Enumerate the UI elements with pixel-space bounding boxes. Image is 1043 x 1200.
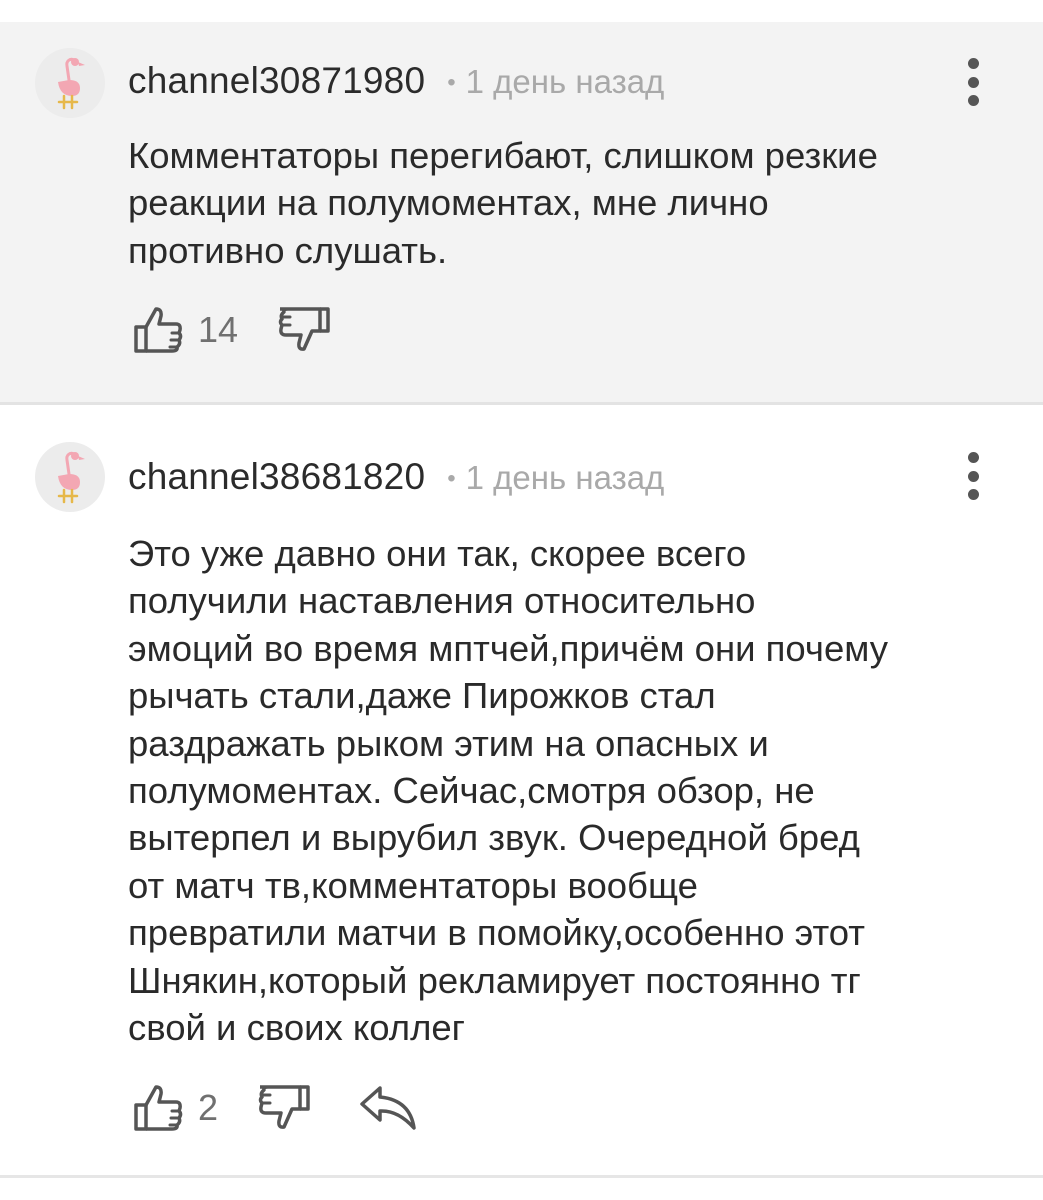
dislike-button[interactable]: [276, 305, 332, 355]
like-count: 14: [198, 309, 239, 350]
avatar[interactable]: [35, 48, 105, 118]
avatar[interactable]: [35, 442, 105, 512]
username[interactable]: channel30871980: [128, 60, 425, 102]
dislike-button[interactable]: [256, 1083, 312, 1133]
dot-separator: •: [447, 465, 456, 492]
comments-screen: channel30871980 • 1 день назад Комментат…: [0, 0, 1043, 1200]
like-button[interactable]: [132, 1083, 184, 1133]
like-button[interactable]: [132, 305, 184, 355]
dot-separator: •: [447, 69, 456, 96]
thumbs-up-icon: [134, 1085, 183, 1131]
comment-text: Это уже давно они так, скорее всего полу…: [128, 533, 888, 1049]
comment-card: channel30871980 • 1 день назад Комментат…: [0, 22, 1043, 405]
thumbs-down-icon: [278, 307, 330, 351]
comment-card: channel38681820 • 1 день назад Это уже д…: [0, 408, 1043, 1178]
comment-header: channel38681820 • 1 день назад: [128, 456, 664, 498]
comment-actions: 14: [132, 305, 332, 355]
comment-header: channel30871980 • 1 день назад: [128, 60, 664, 102]
flamingo-icon: [57, 451, 85, 504]
more-vertical-icon[interactable]: [953, 58, 993, 106]
top-strip: [0, 0, 1043, 22]
username[interactable]: channel38681820: [128, 456, 425, 498]
timestamp: 1 день назад: [465, 459, 665, 496]
comment-text: Комментаторы перегибают, слишком резкие …: [128, 135, 878, 271]
reply-icon: [360, 1086, 416, 1130]
thumbs-down-icon: [258, 1085, 310, 1129]
flamingo-icon: [57, 57, 85, 110]
more-vertical-icon[interactable]: [953, 452, 993, 500]
timestamp: 1 день назад: [465, 63, 665, 100]
reply-button[interactable]: [358, 1084, 418, 1132]
comment-actions: 2: [132, 1083, 418, 1133]
thumbs-up-icon: [134, 307, 183, 353]
like-count: 2: [198, 1087, 219, 1128]
